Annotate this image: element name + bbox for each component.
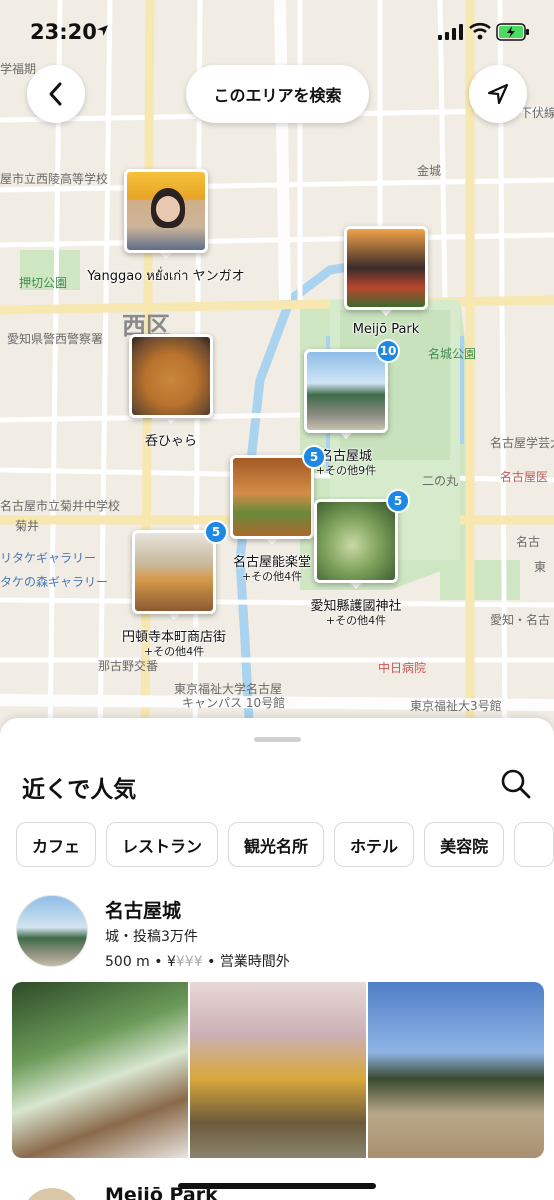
pin-subtitle: +その他4件: [241, 570, 303, 583]
place-photo[interactable]: [12, 982, 188, 1158]
current-location-button[interactable]: [469, 65, 527, 123]
pin-count-badge: 5: [302, 445, 326, 469]
map-label: 名城公園: [428, 347, 477, 361]
map-label: 名古屋市立菊井中学校: [0, 499, 121, 513]
place-details: 500 m • ¥¥¥¥ • 営業時間外: [105, 954, 290, 970]
back-button[interactable]: [27, 65, 85, 123]
map-pin[interactable]: 5 円頓寺本町商店街 +その他4件: [122, 520, 228, 658]
map-label: キャンパス 10号館: [182, 696, 286, 710]
chip-beauty-salon[interactable]: 美容院: [424, 822, 505, 867]
pin-count-badge: 5: [204, 520, 228, 544]
category-chips: カフェ レストラン 観光名所 ホテル 美容院: [16, 822, 554, 867]
map-pin[interactable]: Meijō Park: [344, 226, 428, 337]
map-pin[interactable]: 10 名古屋城 +その他9件: [304, 339, 400, 477]
chip-sightseeing[interactable]: 観光名所: [228, 822, 325, 867]
map-label: 中日病院: [378, 661, 427, 675]
chip-cafe[interactable]: カフェ: [16, 822, 97, 867]
place-category: 城・投稿3万件: [105, 929, 198, 945]
location-services-icon: [97, 25, 108, 36]
map-label: 東京福祉大3号館: [410, 699, 502, 713]
pin-photo: [230, 455, 314, 539]
place-distance: 500 m: [105, 954, 150, 970]
place-name: 名古屋城: [105, 900, 182, 922]
place-photo[interactable]: [190, 982, 366, 1158]
pin-subtitle: +その他9件: [315, 464, 377, 477]
chip-more[interactable]: [514, 822, 554, 867]
pin-photo: [124, 169, 208, 253]
map-label: 名古屋医: [500, 470, 549, 484]
pin-photo: [304, 349, 388, 433]
pin-title: 呑ひゃら: [144, 434, 198, 449]
pin-subtitle: +その他4件: [325, 614, 387, 627]
chevron-left-icon: [49, 82, 62, 106]
map-pin[interactable]: 呑ひゃら: [129, 334, 213, 449]
place-photo[interactable]: [368, 982, 544, 1158]
chip-hotel[interactable]: ホテル: [334, 822, 415, 867]
pin-title: Meijō Park: [352, 322, 420, 337]
map-pin[interactable]: Yanggao หยั่งเก่า ヤンガオ: [87, 169, 245, 284]
cellular-signal-icon: [438, 24, 463, 40]
pin-count-badge: 5: [386, 489, 410, 513]
place-avatar: [16, 895, 88, 967]
map-label: 名古屋学芸大: [490, 436, 554, 450]
pin-photo: [344, 226, 428, 310]
price-level: ¥: [166, 954, 176, 970]
pin-count-badge: 10: [376, 339, 400, 363]
pin-subtitle: +その他4件: [143, 645, 205, 658]
map-label: 下伏線: [520, 106, 554, 120]
place-avatar: [22, 1188, 82, 1200]
map-pin[interactable]: 5 愛知縣護國神社 +その他4件: [310, 489, 410, 627]
map-label: 那古野交番: [98, 659, 159, 673]
status-time: 23:20: [30, 20, 97, 44]
sheet-grabber[interactable]: [254, 737, 301, 742]
navigation-arrow-icon: [487, 83, 509, 105]
sheet-title: 近くで人気: [22, 777, 137, 803]
price-level-inactive: ¥¥¥: [175, 954, 203, 970]
map-label: 屋市立西陵高等学校: [0, 172, 109, 186]
map-label: 二の丸: [422, 474, 459, 488]
map-label: 菊井: [15, 519, 40, 533]
pin-photo: [314, 499, 398, 583]
pin-photo: [132, 530, 216, 614]
map-label: 愛知県警西警察署: [7, 332, 104, 346]
map-pin[interactable]: 5 名古屋能楽堂 +その他4件: [230, 445, 326, 583]
status-bar: 23:20: [0, 0, 554, 62]
map-label: タケの森ギャラリー: [0, 575, 109, 589]
map-label: リタケギャラリー: [0, 551, 97, 565]
pin-title: Yanggao หยั่งเก่า ヤンガオ: [87, 269, 245, 284]
search-icon[interactable]: [500, 768, 532, 800]
wifi-icon: [469, 22, 491, 40]
map-label: 東: [534, 560, 547, 574]
search-this-area-button[interactable]: このエリアを検索: [186, 65, 369, 123]
map-label: 名古: [516, 535, 541, 549]
place-photos: [12, 982, 544, 1158]
map-label: 愛知・名古: [490, 613, 551, 627]
map-label: 学福期: [0, 62, 37, 76]
chip-restaurant[interactable]: レストラン: [106, 822, 219, 867]
pin-photo: [129, 334, 213, 418]
place-row[interactable]: 名古屋城 城・投稿3万件 500 m • ¥¥¥¥ • 営業時間外: [16, 895, 536, 975]
battery-charging-icon: [496, 23, 529, 41]
home-indicator[interactable]: [178, 1183, 376, 1189]
bottom-sheet[interactable]: 近くで人気 カフェ レストラン 観光名所 ホテル 美容院 名古屋城 城・投稿3万…: [0, 718, 554, 1200]
map-label: 金城: [417, 164, 442, 178]
map-label: 押切公園: [19, 276, 68, 290]
place-hours: 営業時間外: [219, 954, 290, 970]
